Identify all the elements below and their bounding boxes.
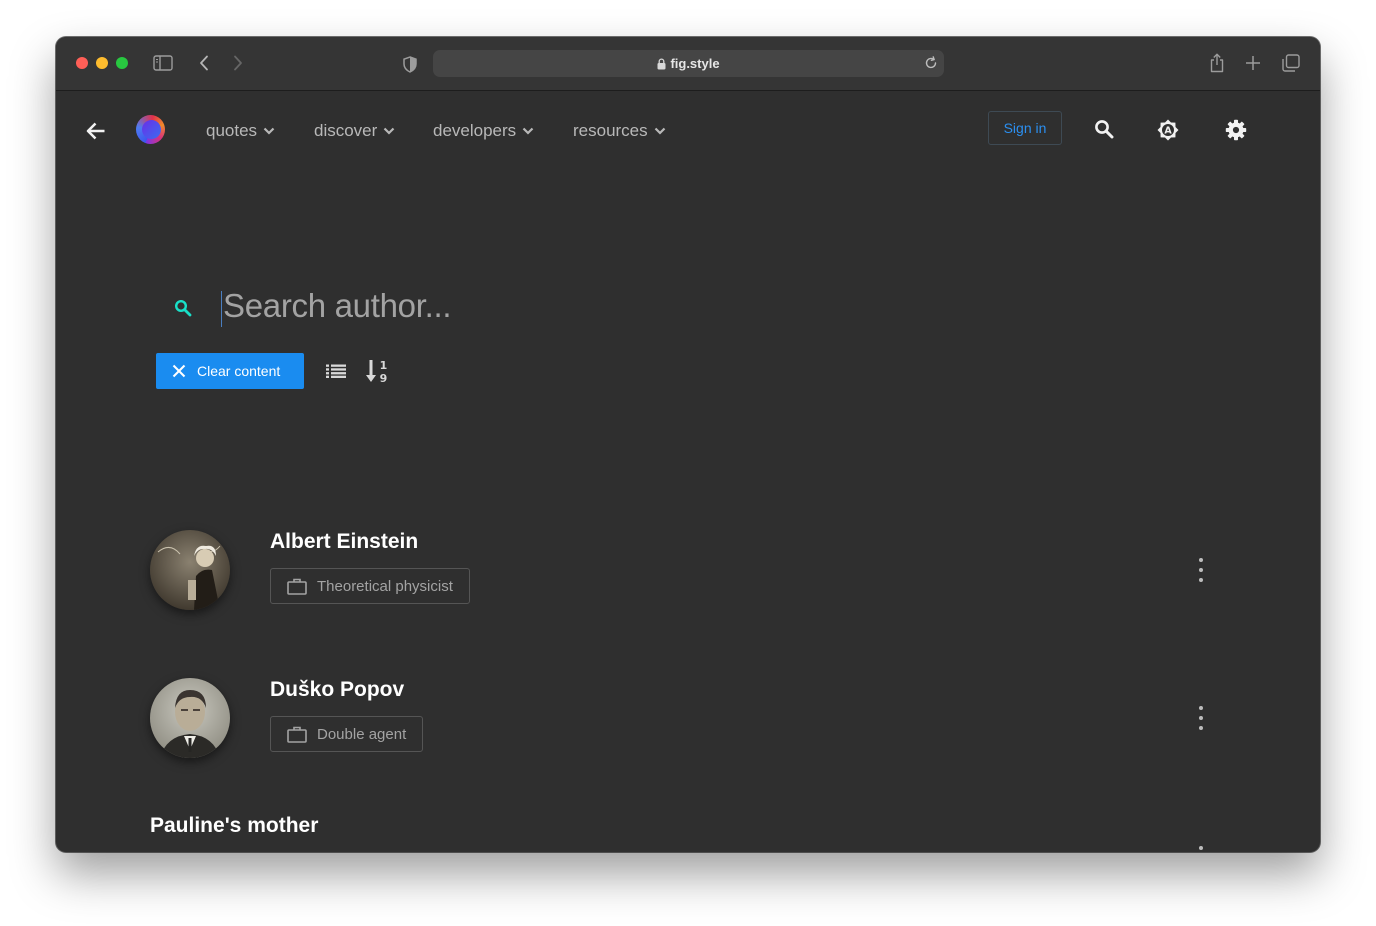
author-name[interactable]: Albert Einstein	[270, 530, 418, 554]
author-avatar[interactable]	[150, 530, 230, 610]
nav-menu-discover[interactable]: discover	[314, 119, 395, 143]
search-author-input[interactable]: Search author...	[223, 287, 451, 325]
search-icon[interactable]	[1093, 118, 1115, 140]
author-job-label: Double agent	[317, 725, 407, 743]
author-name[interactable]: Duško Popov	[270, 678, 404, 702]
tab-overview-icon[interactable]	[1281, 53, 1301, 73]
more-options-icon[interactable]	[1193, 558, 1209, 582]
author-job-label: Theoretical physicist	[317, 577, 453, 595]
sidebar-toggle-icon[interactable]	[152, 53, 174, 73]
briefcase-icon	[287, 726, 307, 743]
author-job-chip[interactable]: Theoretical physicist	[270, 568, 470, 604]
nav-menu-developers[interactable]: developers	[433, 119, 534, 143]
nav-menu-label: resources	[573, 121, 648, 140]
svg-text:A: A	[1164, 126, 1172, 137]
share-icon[interactable]	[1207, 51, 1227, 75]
author-job-chip[interactable]: Double agent	[270, 716, 424, 752]
svg-text:9: 9	[380, 372, 388, 384]
new-tab-icon[interactable]	[1243, 53, 1263, 73]
url-text: fig.style	[670, 56, 720, 71]
sign-in-button[interactable]: Sign in	[988, 111, 1062, 145]
address-bar[interactable]: fig.style	[433, 50, 944, 77]
forward-chevron-icon[interactable]	[230, 53, 246, 73]
author-avatar[interactable]	[150, 678, 230, 758]
lock-icon	[657, 57, 666, 69]
clear-content-label: Clear content	[197, 363, 281, 379]
nav-menu-label: developers	[433, 121, 517, 140]
search-field-icon	[173, 298, 193, 318]
clear-content-button[interactable]: Clear content	[156, 353, 304, 389]
nav-menu-label: discover	[314, 121, 378, 140]
more-options-icon[interactable]	[1193, 706, 1209, 730]
list-item[interactable]: Duško Popov Double agent	[150, 678, 1220, 768]
chevron-down-icon	[654, 127, 665, 135]
browser-toolbar: fig.style	[56, 37, 1320, 91]
zoom-window-button[interactable]	[116, 57, 128, 69]
site-header: quotes discover developers resources Sig…	[56, 91, 1320, 171]
privacy-shield-icon[interactable]	[401, 54, 419, 74]
more-options-icon[interactable]	[1199, 846, 1203, 850]
settings-gear-icon[interactable]	[1224, 118, 1248, 142]
reload-icon[interactable]	[924, 56, 938, 75]
minimize-window-button[interactable]	[96, 57, 108, 69]
close-icon	[172, 364, 186, 378]
site-logo[interactable]	[136, 115, 165, 144]
close-window-button[interactable]	[76, 57, 88, 69]
back-chevron-icon[interactable]	[196, 53, 212, 73]
list-view-icon[interactable]	[324, 360, 348, 382]
chevron-down-icon	[263, 127, 275, 135]
browser-window: fig.style quotes discover developers res…	[56, 37, 1320, 852]
author-name[interactable]: Pauline's mother	[150, 814, 318, 838]
nav-menu-quotes[interactable]: quotes	[206, 119, 275, 143]
nav-menu-label: quotes	[206, 121, 258, 140]
theme-auto-icon[interactable]: A	[1156, 118, 1180, 142]
sort-order-icon[interactable]: 1 9	[365, 357, 391, 385]
briefcase-icon	[287, 578, 307, 595]
svg-text:1: 1	[380, 359, 388, 372]
chevron-down-icon	[522, 127, 534, 135]
text-cursor	[221, 291, 222, 327]
back-arrow-icon[interactable]	[84, 119, 108, 143]
list-item[interactable]: Albert Einstein Theoretical physicist	[150, 530, 1220, 620]
nav-menu-resources[interactable]: resources	[573, 119, 666, 143]
chevron-down-icon	[384, 127, 395, 135]
